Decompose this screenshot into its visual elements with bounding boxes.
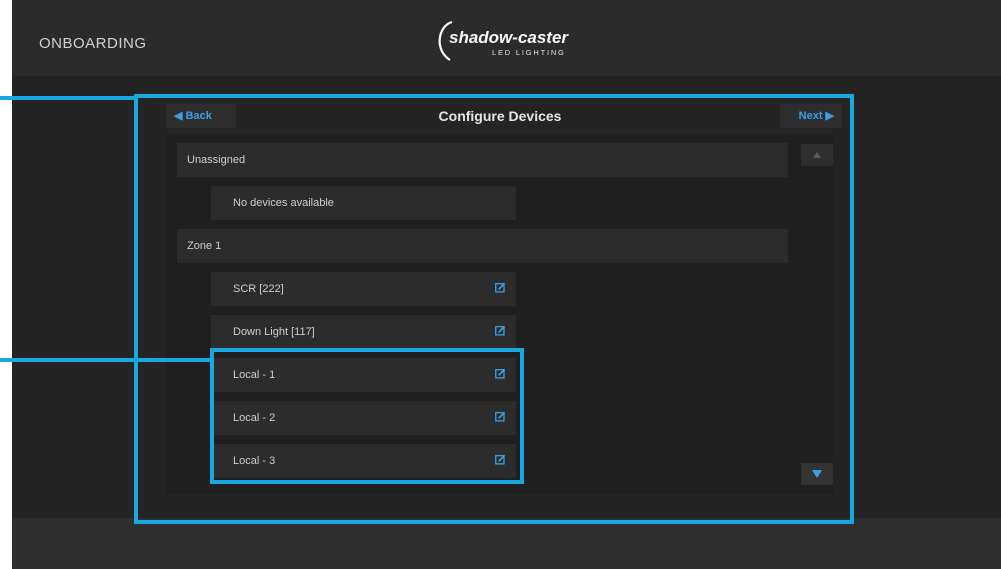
group-row-zone-1[interactable]: Zone 1 (177, 229, 788, 263)
scroll-down-button[interactable] (801, 463, 833, 485)
device-row-down-light-117[interactable]: Down Light [117] (211, 315, 516, 349)
triangle-up-icon (813, 152, 821, 158)
device-label: Down Light [117] (233, 326, 315, 338)
device-label: Local - 3 (233, 455, 276, 467)
scroll-up-button[interactable] (801, 144, 833, 166)
callout-line-local-devices (0, 358, 212, 362)
bottom-bar (12, 518, 1001, 569)
next-button[interactable]: Next ▶ (780, 104, 842, 128)
edit-icon[interactable] (495, 368, 506, 379)
logo-subtext: LED LIGHTING (492, 48, 566, 57)
logo-text: shadow-caster (449, 28, 569, 47)
group-row-unassigned[interactable]: Unassigned (177, 143, 788, 177)
edit-icon[interactable] (495, 411, 506, 422)
device-row-local-1[interactable]: Local - 1 (211, 358, 516, 392)
device-row-scr-222[interactable]: SCR [222] (211, 272, 516, 306)
device-label: SCR [222] (233, 283, 284, 295)
edit-icon[interactable] (495, 454, 506, 465)
device-label: No devices available (233, 197, 334, 209)
app-title: ONBOARDING (39, 35, 147, 52)
device-label: Local - 1 (233, 369, 276, 381)
device-row-local-2[interactable]: Local - 2 (211, 401, 516, 435)
device-list: Unassigned No devices available Zone 1 S… (166, 134, 833, 494)
top-bar: ONBOARDING shadow-caster LED LIGHTING (12, 0, 1001, 76)
device-label: Local - 2 (233, 412, 276, 424)
device-row-local-3[interactable]: Local - 3 (211, 444, 516, 478)
configure-devices-panel: Configure Devices ◀ Back Next ▶ Unassign… (155, 100, 845, 510)
back-button[interactable]: ◀ Back (166, 104, 236, 128)
brand-logo: shadow-caster LED LIGHTING (430, 18, 590, 66)
page-title: Configure Devices (438, 108, 562, 124)
callout-line-main (0, 96, 136, 100)
edit-icon[interactable] (495, 282, 506, 293)
triangle-down-icon (812, 470, 822, 478)
edit-icon[interactable] (495, 325, 506, 336)
device-row-no-devices: No devices available (211, 186, 516, 220)
